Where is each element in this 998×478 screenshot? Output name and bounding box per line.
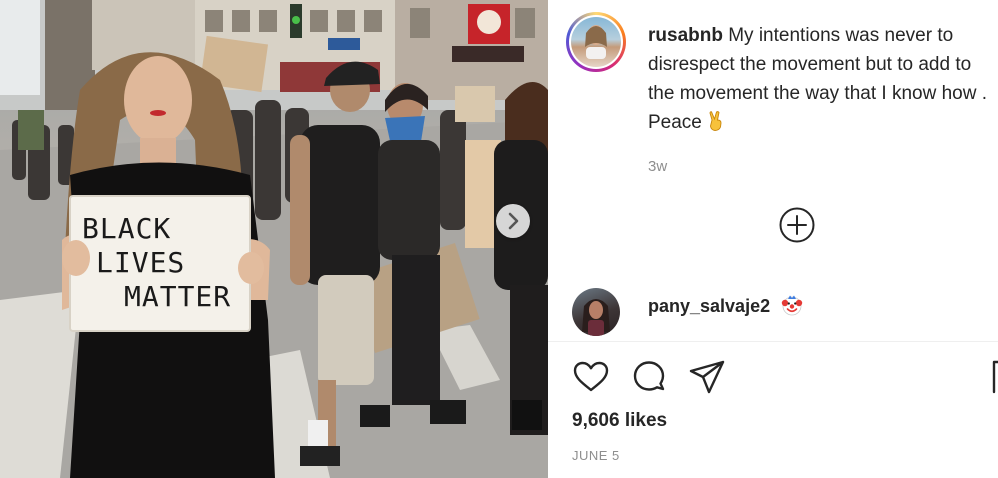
victory-hand-emoji [709, 111, 722, 131]
sign-line: BLACK [82, 212, 172, 245]
protest-sign-text: BLACK LIVES MATTER [82, 212, 231, 314]
commenter-username[interactable]: pany_salvaje2 [648, 294, 803, 317]
plus-circle-icon [779, 207, 815, 243]
heart-icon [573, 361, 609, 392]
sign-line: LIVES [96, 246, 186, 279]
commenter-avatar[interactable] [572, 288, 620, 336]
load-more-comments-button[interactable] [778, 206, 816, 244]
carousel-next-button[interactable] [496, 204, 530, 238]
post-details-panel: rusabnb My intentions was never to disre… [548, 0, 998, 478]
avatar-photo-icon [585, 25, 607, 59]
commenter-avatar-image [582, 299, 610, 336]
avatar-image [571, 17, 621, 67]
like-button[interactable] [572, 358, 610, 396]
clown-face-emoji [781, 295, 803, 316]
post-image[interactable]: BLACK LIVES MATTER [0, 0, 548, 478]
post-caption: rusabnb My intentions was never to disre… [648, 21, 998, 137]
share-icon [689, 360, 725, 394]
likes-count[interactable]: 9,606 likes [572, 410, 667, 432]
post-time-ago[interactable]: 3w [648, 158, 667, 175]
sign-line: MATTER [124, 280, 232, 313]
share-button[interactable] [688, 358, 726, 396]
author-avatar[interactable] [566, 12, 626, 72]
post-date[interactable]: JUNE 5 [572, 448, 620, 463]
comment-button[interactable] [630, 358, 668, 396]
chevron-right-icon [508, 212, 519, 230]
actions-divider [548, 341, 998, 342]
save-button[interactable] [992, 360, 998, 394]
author-username[interactable]: rusabnb [648, 25, 723, 46]
bookmark-icon [992, 360, 998, 394]
comment-icon [633, 361, 665, 391]
